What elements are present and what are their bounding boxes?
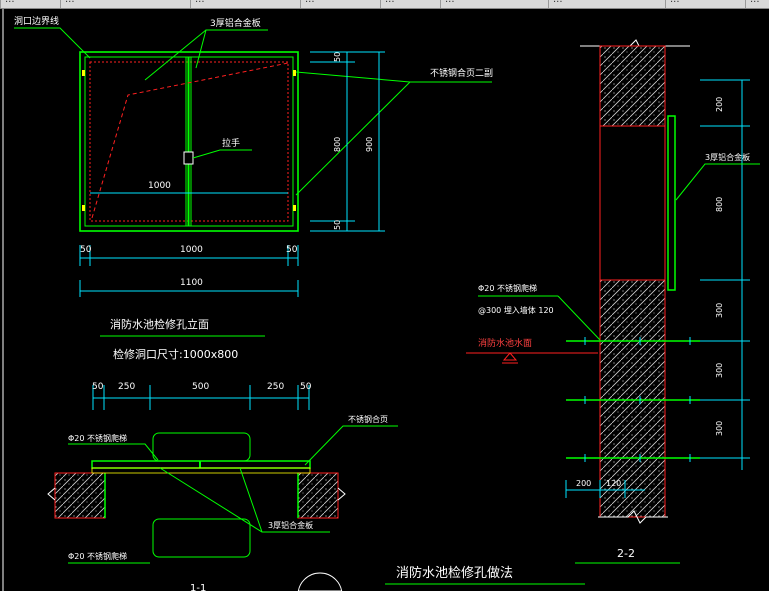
dim-22-200: 200 (715, 97, 724, 112)
section-2-2: 200 800 300 300 300 3厚铝合金板 Φ20 不锈钢爬梯 @30… (466, 39, 760, 564)
detail-circle (297, 572, 343, 591)
label-panel-top: 3厚铝合金板 (210, 17, 261, 29)
dim-bottom-mid: 1000 (180, 245, 203, 255)
hinge-mark (293, 70, 296, 76)
leader-line (68, 443, 159, 461)
leader-line (675, 163, 760, 201)
leader-line (192, 149, 252, 159)
leader-line (144, 29, 207, 81)
dim-top-50-right: 50 (300, 382, 312, 392)
dim-22-bottom-120: 120 (606, 479, 621, 488)
label-panel-11: 3厚铝合金板 (268, 520, 313, 530)
wall-section-right (297, 472, 339, 519)
dim-total-width: 1100 (180, 278, 203, 288)
handle-shape (183, 151, 194, 165)
label-opening-line: 洞口边界线 (14, 15, 59, 27)
dim-top-250-left: 250 (118, 382, 135, 392)
leader-line (304, 425, 398, 466)
dim-top-250-right: 250 (267, 382, 284, 392)
water-level-symbol (502, 352, 518, 361)
leader-line (557, 295, 601, 341)
dim-22-300-c: 300 (715, 421, 724, 436)
aluminum-panel-side (667, 115, 676, 291)
swing-line (91, 62, 289, 219)
label-ladder-bottom: Φ20 不锈钢爬梯 (68, 551, 127, 561)
hinge-mark (82, 205, 85, 211)
dim-bottom-left: 50 (80, 245, 92, 255)
dim-22-300-a: 300 (715, 303, 724, 318)
section-title-2-2: 2-2 (617, 547, 635, 560)
cad-canvas[interactable]: 1000 洞口边界线 3厚铝合金板 拉手 不锈钢合页二副 50 1000 50 … (0, 0, 769, 591)
label-ladder-22-line2: @300 埋入墙体 120 (478, 305, 554, 315)
section-title-1-1: 1-1 (190, 583, 206, 591)
label-handle: 拉手 (222, 137, 240, 149)
dim-bottom-right: 50 (286, 245, 298, 255)
dim-group-right-22 (700, 79, 750, 470)
hinge-mark (82, 70, 85, 76)
elevation-subtitle: 检修洞口尺寸:1000x800 (113, 347, 238, 361)
dim-22-800: 800 (715, 197, 724, 212)
section-1-1: 50 250 500 250 50 Φ20 不锈钢爬梯 不锈钢合页 3厚铝合金板… (47, 382, 398, 591)
leader-line (239, 467, 263, 533)
dim-top-50-left: 50 (92, 382, 104, 392)
leader-line (14, 27, 91, 59)
dim-right-top: 50 (333, 52, 342, 62)
leader-line (295, 81, 492, 196)
dim-right-bottom: 50 (333, 220, 342, 230)
label-hinge: 不锈钢合页二副 (430, 67, 493, 79)
label-panel-22: 3厚铝合金板 (705, 152, 750, 162)
dim-22-bottom-200: 200 (576, 479, 591, 488)
elevation-title: 消防水池检修孔立面 (110, 317, 209, 331)
leader-line (295, 71, 411, 83)
dim-right-900: 900 (365, 137, 374, 152)
ladder-rung-top (152, 432, 251, 462)
wall-section-left (54, 472, 106, 519)
label-ladder-22-line1: Φ20 不锈钢爬梯 (478, 283, 537, 293)
ladder-rung-bottom (152, 518, 251, 558)
dim-22-300-b: 300 (715, 363, 724, 378)
main-title: 消防水池检修孔做法 (396, 565, 513, 581)
dim-inner-width: 1000 (148, 181, 171, 191)
break-line (47, 487, 56, 501)
wall-upper (599, 45, 666, 127)
hinge-mark (293, 205, 296, 211)
label-water-surface: 消防水池水面 (478, 337, 532, 349)
break-line (337, 487, 346, 501)
label-hinge-11: 不锈钢合页 (348, 414, 388, 424)
dim-right-800: 800 (333, 137, 342, 152)
dim-top-500: 500 (192, 382, 209, 392)
label-ladder-top: Φ20 不锈钢爬梯 (68, 433, 127, 443)
